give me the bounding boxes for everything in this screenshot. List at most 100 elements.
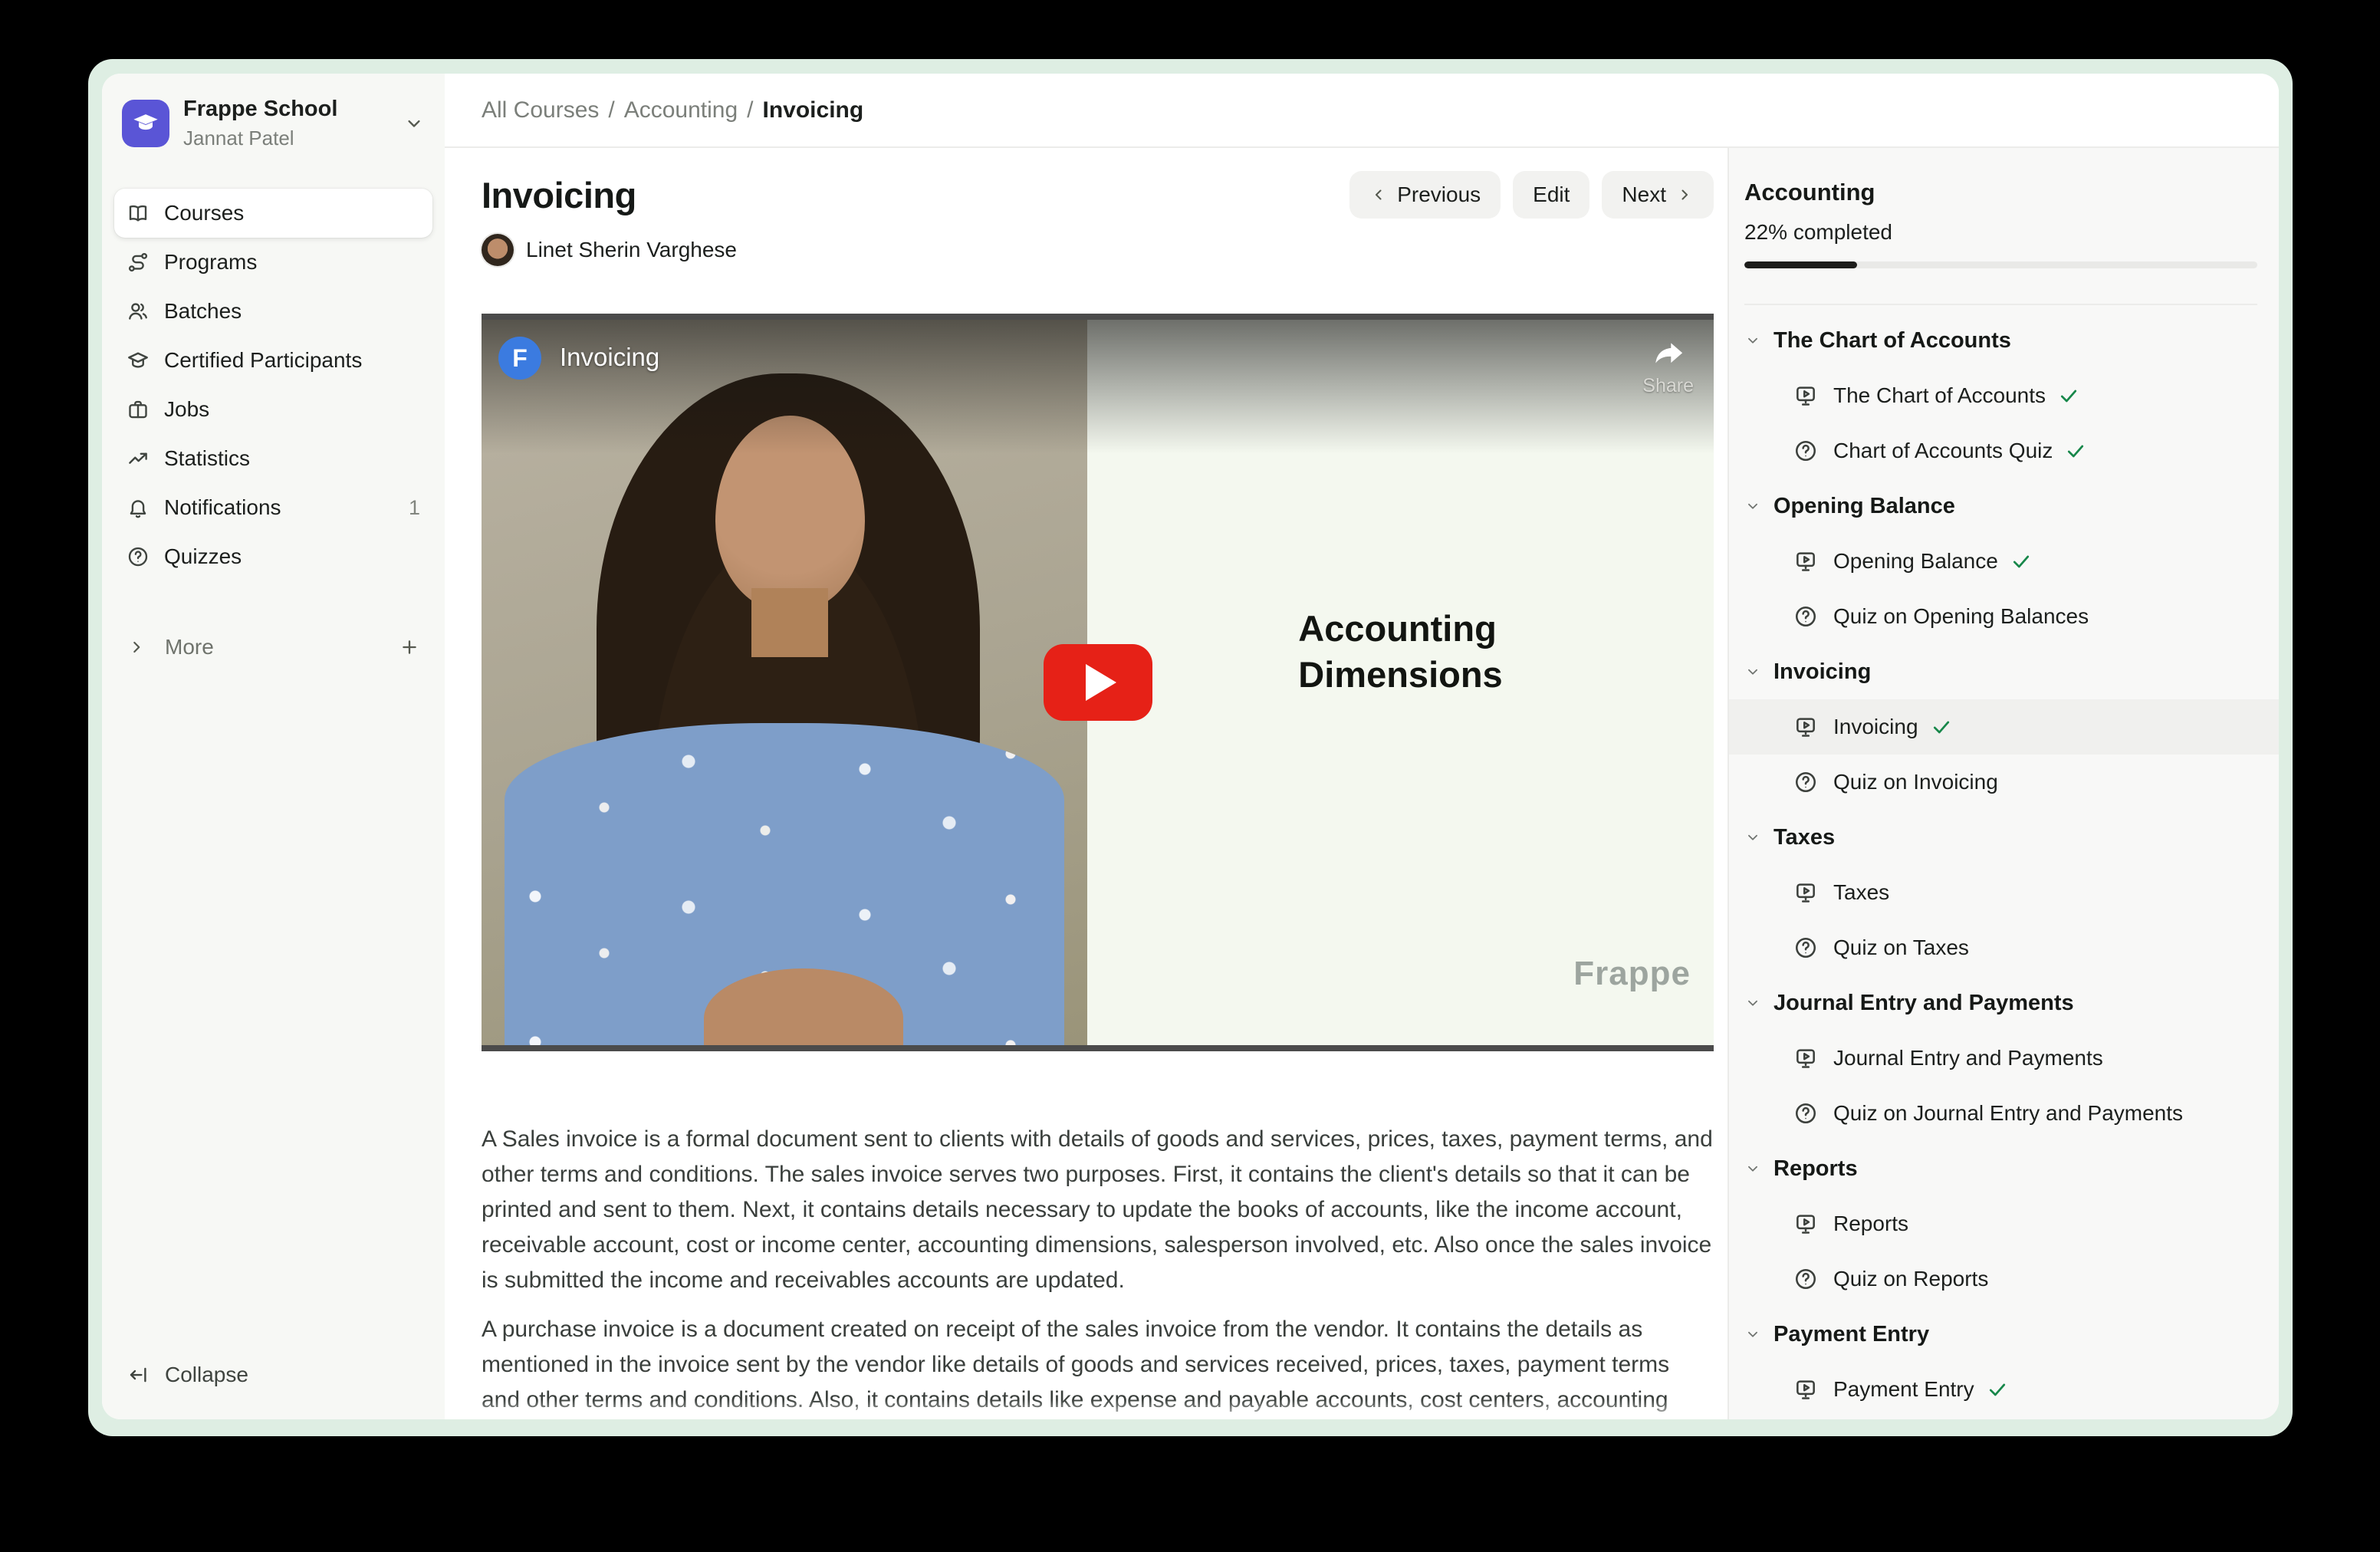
monitor-play-icon	[1793, 383, 1818, 408]
left-sidebar: Frappe School Jannat Patel Courses Progra…	[102, 74, 445, 1419]
video-top-strip	[482, 314, 1714, 320]
outline-lesson-taxes[interactable]: Taxes	[1729, 865, 2279, 920]
outline-item-label: Reports	[1833, 1212, 1908, 1236]
outline-section-title: Opening Balance	[1773, 494, 1955, 519]
outline-item-label: Taxes	[1833, 880, 1889, 905]
sidebar-item-batches[interactable]: Batches	[114, 287, 432, 336]
outline-item-label: Journal Entry and Payments	[1833, 1046, 2103, 1070]
monitor-play-icon	[1793, 549, 1818, 574]
sidebar-item-label: Notifications	[164, 495, 281, 520]
outline-quiz-quiz-on-opening-balances[interactable]: Quiz on Opening Balances	[1729, 589, 2279, 644]
outline-section-invoicing[interactable]: Invoicing	[1729, 644, 2279, 699]
progress-label: 22% completed	[1744, 220, 2257, 245]
outline-lesson-journal-entry-and-payments[interactable]: Journal Entry and Payments	[1729, 1031, 2279, 1086]
help-circle-icon	[1793, 935, 1818, 960]
outline-section-opening-balance[interactable]: Opening Balance	[1729, 478, 2279, 534]
edit-button[interactable]: Edit	[1513, 171, 1589, 219]
outline-lesson-reports[interactable]: Reports	[1729, 1196, 2279, 1251]
breadcrumb-all-courses[interactable]: All Courses	[482, 97, 599, 123]
outline-section-title: Invoicing	[1773, 659, 1871, 685]
graduation-cap-icon	[127, 349, 150, 372]
app-window: Frappe School Jannat Patel Courses Progra…	[88, 59, 2293, 1436]
share-button[interactable]: Share	[1642, 337, 1694, 397]
workspace-switcher[interactable]: Frappe School Jannat Patel	[114, 94, 432, 153]
outline-quiz-quiz-on-journal-entry-and-payments[interactable]: Quiz on Journal Entry and Payments	[1729, 1086, 2279, 1141]
outline-lesson-payment-entry[interactable]: Payment Entry	[1729, 1362, 2279, 1417]
progress-bar	[1744, 261, 2257, 268]
lesson-main: Invoicing Previous Edit	[445, 148, 1727, 1419]
course-outline-panel: Accounting 22% completed The Chart of Ac…	[1727, 148, 2279, 1419]
outline-quiz-chart-of-accounts-quiz[interactable]: Chart of Accounts Quiz	[1729, 423, 2279, 478]
chevron-down-icon	[1744, 332, 1761, 349]
monitor-play-icon	[1793, 880, 1818, 905]
lesson-paragraph: A purchase invoice is a document created…	[482, 1312, 1714, 1419]
outline-item-label: Quiz on Journal Entry and Payments	[1833, 1101, 2183, 1126]
trending-up-icon	[127, 447, 150, 470]
outline-quiz-quiz-on-taxes[interactable]: Quiz on Taxes	[1729, 920, 2279, 975]
outline-quiz-quiz-on-invoicing[interactable]: Quiz on Invoicing	[1729, 755, 2279, 810]
outline-section-title: Taxes	[1773, 825, 1835, 850]
help-circle-icon	[127, 545, 150, 568]
breadcrumb-separator: /	[747, 97, 753, 123]
page-title: Invoicing	[482, 174, 636, 216]
more-label: More	[165, 635, 214, 659]
chevron-right-icon	[1675, 186, 1694, 204]
outline-quiz-quiz-on-reports[interactable]: Quiz on Reports	[1729, 1251, 2279, 1307]
play-button[interactable]	[1044, 644, 1152, 721]
share-label: Share	[1642, 375, 1694, 397]
sidebar-item-statistics[interactable]: Statistics	[114, 434, 432, 483]
briefcase-icon	[127, 398, 150, 421]
sidebar-item-more[interactable]: More	[114, 624, 432, 670]
outline-section-the-chart-of-accounts[interactable]: The Chart of Accounts	[1729, 313, 2279, 368]
chevron-right-icon	[127, 637, 146, 657]
outline-section-payment-entry[interactable]: Payment Entry	[1729, 1307, 2279, 1362]
author-name: Linet Sherin Varghese	[526, 238, 737, 262]
breadcrumb-accounting[interactable]: Accounting	[624, 97, 738, 123]
check-icon	[2058, 385, 2079, 406]
outline-list: The Chart of Accounts The Chart of Accoun…	[1729, 305, 2279, 1419]
sidebar-item-programs[interactable]: Programs	[114, 238, 432, 287]
chevron-down-icon	[1744, 1326, 1761, 1343]
sidebar-item-label: Batches	[164, 299, 242, 324]
sidebar-item-label: Courses	[164, 201, 244, 225]
check-icon	[2010, 551, 2032, 572]
graduation-cap-logo-icon	[130, 108, 161, 139]
sidebar-item-label: Quizzes	[164, 544, 242, 569]
outline-lesson-invoicing[interactable]: Invoicing	[1729, 699, 2279, 755]
sidebar-item-notifications[interactable]: Notifications1	[114, 483, 432, 532]
sidebar-item-courses[interactable]: Courses	[114, 189, 432, 238]
help-circle-icon	[1793, 1101, 1818, 1126]
next-button[interactable]: Next	[1602, 171, 1714, 219]
outline-section-reports[interactable]: Reports	[1729, 1141, 2279, 1196]
sidebar-item-quizzes[interactable]: Quizzes	[114, 532, 432, 581]
previous-button[interactable]: Previous	[1349, 171, 1501, 219]
chevron-down-icon	[1744, 498, 1761, 515]
outline-section-taxes[interactable]: Taxes	[1729, 810, 2279, 865]
outline-lesson-the-chart-of-accounts[interactable]: The Chart of Accounts	[1729, 368, 2279, 423]
chevron-down-icon	[1744, 663, 1761, 680]
frappe-school-logo	[122, 100, 169, 147]
route-icon	[127, 251, 150, 274]
frappe-watermark: Frappe	[1573, 955, 1691, 993]
help-circle-icon	[1793, 1267, 1818, 1291]
sidebar-item-label: Statistics	[164, 446, 250, 471]
outline-lesson-opening-balance[interactable]: Opening Balance	[1729, 534, 2279, 589]
sidebar-nav: Courses Programs Batches Certified Particip…	[114, 189, 432, 581]
sidebar-item-certified-participants[interactable]: Certified Participants	[114, 336, 432, 385]
sidebar-item-jobs[interactable]: Jobs	[114, 385, 432, 434]
collapse-left-icon	[127, 1363, 150, 1386]
video-title[interactable]: Invoicing	[560, 343, 659, 372]
author-avatar	[482, 234, 514, 266]
collapse-sidebar-button[interactable]: Collapse	[114, 1353, 432, 1396]
plus-icon[interactable]	[399, 636, 420, 658]
workspace-user: Jannat Patel	[183, 127, 403, 150]
breadcrumb-separator: /	[608, 97, 614, 123]
channel-avatar[interactable]: F	[498, 337, 541, 380]
outline-section-journal-entry-and-payments[interactable]: Journal Entry and Payments	[1729, 975, 2279, 1031]
chevron-down-icon	[403, 113, 425, 134]
outline-item-label: The Chart of Accounts	[1833, 383, 2046, 408]
monitor-play-icon	[1793, 1046, 1818, 1070]
collapse-label: Collapse	[165, 1363, 248, 1387]
video-player[interactable]: Accounting Dimensions F Invoicing	[482, 314, 1714, 1051]
users-icon	[127, 300, 150, 323]
